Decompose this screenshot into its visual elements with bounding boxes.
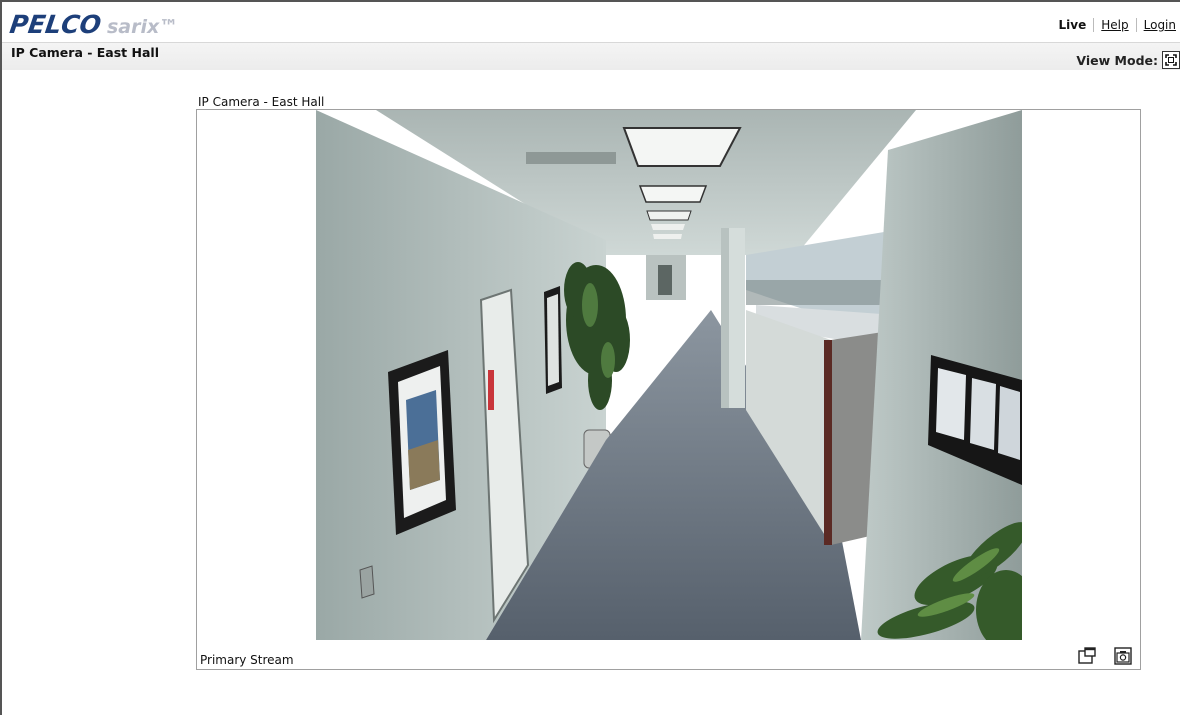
video-container: Primary Stream: [196, 109, 1141, 670]
view-mode-label: View Mode:: [1076, 52, 1158, 68]
view-mode: View Mode:: [1076, 51, 1180, 69]
nav-separator: [1135, 18, 1137, 32]
live-video-feed[interactable]: [316, 110, 1022, 640]
logo-brand: PELCO: [7, 10, 103, 39]
nav-separator: [1093, 18, 1095, 32]
nav-login-link[interactable]: Login: [1144, 18, 1176, 32]
popout-window-icon: [1078, 647, 1096, 664]
popout-button[interactable]: [1077, 646, 1097, 666]
stream-label: Primary Stream: [200, 653, 294, 667]
page-title: IP Camera - East Hall: [11, 45, 159, 60]
view-mode-button[interactable]: [1162, 51, 1180, 69]
snapshot-button[interactable]: [1113, 646, 1133, 666]
nav-live[interactable]: Live: [1059, 18, 1087, 32]
snapshot-camera-icon: [1114, 647, 1132, 665]
sub-header: IP Camera - East Hall View Mode:: [2, 42, 1180, 70]
logo: PELCO sarix™: [7, 10, 179, 39]
nav-help-link[interactable]: Help: [1101, 18, 1128, 32]
top-bar: PELCO sarix™ Live Help Login: [2, 2, 1180, 42]
top-nav: Live Help Login: [1059, 18, 1176, 32]
camera-scene: [316, 110, 1022, 640]
logo-product: sarix™: [106, 16, 179, 38]
camera-label: IP Camera - East Hall: [198, 95, 325, 109]
fullscreen-icon: [1165, 54, 1177, 66]
